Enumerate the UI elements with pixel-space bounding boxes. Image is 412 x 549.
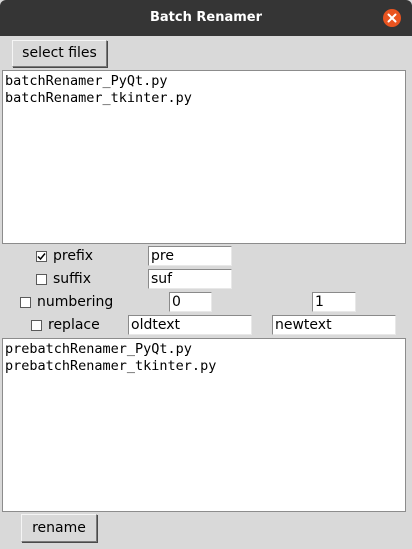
list-item[interactable]: batchRenamer_tkinter.py	[5, 90, 405, 107]
suffix-checkbox[interactable]	[36, 273, 47, 285]
suffix-label: suffix	[53, 271, 91, 287]
numbering-label: numbering	[37, 294, 114, 310]
replace-old-input[interactable]	[128, 315, 252, 335]
list-item[interactable]: batchRenamer_PyQt.py	[5, 73, 405, 90]
replace-checkbox[interactable]	[31, 319, 42, 331]
list-item[interactable]: prebatchRenamer_PyQt.py	[5, 341, 405, 358]
window-title: Batch Renamer	[149, 10, 262, 25]
numbering-step-input[interactable]	[312, 292, 356, 312]
prefix-checkbox-row[interactable]: prefix	[36, 246, 93, 266]
replace-new-input[interactable]	[272, 315, 396, 335]
list-item[interactable]: prebatchRenamer_tkinter.py	[5, 358, 405, 375]
source-files-list[interactable]: batchRenamer_PyQt.py batchRenamer_tkinte…	[2, 70, 406, 244]
numbering-start-input[interactable]	[169, 292, 212, 312]
close-icon	[387, 13, 397, 23]
batch-renamer-window: Batch Renamer select files batchRenamer_…	[0, 0, 412, 549]
close-button[interactable]	[383, 9, 401, 27]
prefix-input[interactable]	[148, 246, 232, 266]
prefix-checkbox[interactable]	[36, 250, 47, 262]
replace-checkbox-row[interactable]: replace	[31, 315, 100, 335]
numbering-checkbox-row[interactable]: numbering	[20, 292, 113, 312]
suffix-checkbox-row[interactable]: suffix	[36, 269, 91, 289]
preview-files-list[interactable]: prebatchRenamer_PyQt.py prebatchRenamer_…	[2, 338, 406, 512]
checkmark-icon	[37, 252, 46, 260]
replace-label: replace	[48, 317, 100, 333]
rename-button[interactable]: rename	[21, 514, 97, 542]
prefix-label: prefix	[53, 248, 94, 264]
suffix-input[interactable]	[148, 269, 232, 289]
title-bar[interactable]: Batch Renamer	[0, 0, 412, 36]
numbering-checkbox[interactable]	[20, 296, 31, 308]
select-files-button[interactable]: select files	[12, 40, 107, 67]
